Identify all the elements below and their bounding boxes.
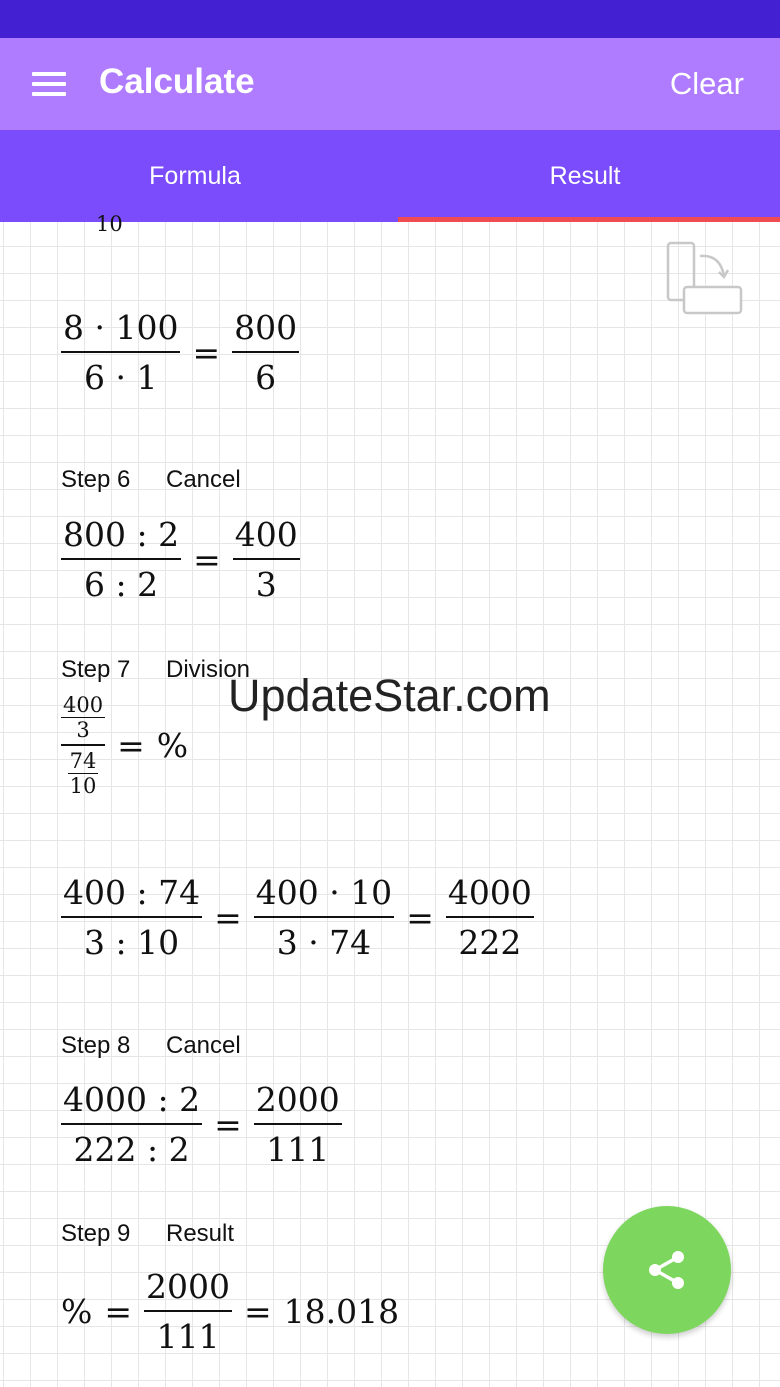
denominator: 222	[458, 923, 522, 962]
clear-button[interactable]: Clear	[670, 66, 744, 102]
compound-fraction: 400 3 74 10	[61, 693, 106, 798]
denominator: 6	[255, 358, 277, 397]
step-8-header: Step 8 Cancel	[61, 1032, 241, 1060]
result-value: 18.018	[283, 1292, 400, 1331]
numerator: 400 · 10	[253, 873, 395, 918]
page-title: Calculate	[99, 62, 255, 101]
fraction: 4000 222	[445, 873, 534, 962]
denominator: 3	[255, 565, 277, 604]
fraction: 74 10	[67, 746, 99, 798]
equals-sign: =	[214, 1105, 242, 1144]
numerator: 400	[61, 693, 106, 718]
denominator: 111	[266, 1130, 330, 1169]
equals-sign: =	[244, 1292, 272, 1331]
share-button[interactable]	[603, 1206, 731, 1334]
equals-sign: =	[193, 540, 221, 579]
tab-result[interactable]: Result	[390, 130, 780, 222]
partial-denominator: 10	[96, 212, 123, 236]
tab-formula[interactable]: Formula	[0, 130, 390, 222]
numerator: 400	[232, 515, 300, 560]
fraction: 2000 111	[253, 1080, 342, 1169]
equals-sign: =	[192, 333, 221, 372]
fraction: 400 · 10 3 · 74	[253, 873, 395, 962]
step-number: Step 9	[61, 1220, 131, 1247]
denominator: 3 · 74	[276, 923, 372, 962]
denominator: 3 : 10	[83, 923, 180, 962]
fraction: 800 6	[232, 308, 300, 397]
step-label: Cancel	[166, 466, 241, 493]
fraction: 4000 : 2 222 : 2	[61, 1080, 203, 1169]
fraction: 400 3	[61, 693, 106, 746]
step-label: Cancel	[166, 1032, 241, 1059]
step-number: Step 6	[61, 466, 131, 493]
fraction: 2000 111	[144, 1267, 232, 1356]
numerator: 4000	[445, 873, 534, 918]
fraction: 400 3	[232, 515, 300, 604]
step-label: Result	[166, 1220, 235, 1247]
denominator: 3	[76, 718, 90, 742]
equation-fraction-multiply: 8 · 100 6 · 1 = 800 6	[61, 308, 300, 397]
numerator: 2000	[253, 1080, 342, 1125]
rotate-screen-icon[interactable]	[664, 240, 744, 320]
equals-sign: =	[117, 726, 145, 765]
numerator: 400 : 74	[61, 873, 203, 918]
denominator: 10	[69, 774, 97, 798]
equals-sign: =	[406, 898, 434, 937]
numerator: 2000	[144, 1267, 232, 1312]
tab-indicator	[398, 217, 780, 222]
equation-step-7-expanded: 400 : 74 3 : 10 = 400 · 10 3 · 74 = 4000…	[61, 873, 534, 962]
equals-sign: =	[104, 1292, 133, 1331]
step-9-header: Step 9 Result	[61, 1220, 234, 1248]
equation-step-6: 800 : 2 6 : 2 = 400 3	[61, 515, 300, 604]
equation-step-7: 400 3 74 10 = %	[61, 693, 188, 798]
numerator: 800 : 2	[61, 515, 182, 560]
app-bar: Calculate Clear	[0, 38, 780, 130]
tab-bar: Formula Result	[0, 130, 780, 222]
step-6-header: Step 6 Cancel	[61, 466, 241, 494]
equation-step-8: 4000 : 2 222 : 2 = 2000 111	[61, 1080, 342, 1169]
step-7-header: Step 7 Division	[61, 656, 250, 684]
equals-sign: =	[214, 898, 242, 937]
numerator: 4000 : 2	[61, 1080, 203, 1125]
step-number: Step 8	[61, 1032, 131, 1059]
step-number: Step 7	[61, 656, 131, 683]
fraction: 800 : 2 6 : 2	[61, 515, 182, 604]
share-icon	[649, 1251, 684, 1289]
watermark: UpdateStar.com	[228, 670, 551, 721]
status-bar	[0, 0, 780, 38]
equation-step-9-result: % = 2000 111 = 18.018	[61, 1267, 399, 1356]
numerator: 74	[67, 749, 99, 774]
denominator: 111	[156, 1317, 220, 1356]
numerator: 8 · 100	[61, 308, 181, 353]
fraction: 400 : 74 3 : 10	[61, 873, 203, 962]
numerator: 800	[232, 308, 300, 353]
denominator: 6 · 1	[83, 358, 158, 397]
percent-symbol: %	[156, 726, 189, 765]
percent-symbol: %	[61, 1292, 93, 1331]
denominator: 6 : 2	[84, 565, 159, 604]
menu-icon[interactable]	[32, 72, 66, 96]
fraction: 8 · 100 6 · 1	[61, 308, 181, 397]
denominator: 222 : 2	[73, 1130, 190, 1169]
